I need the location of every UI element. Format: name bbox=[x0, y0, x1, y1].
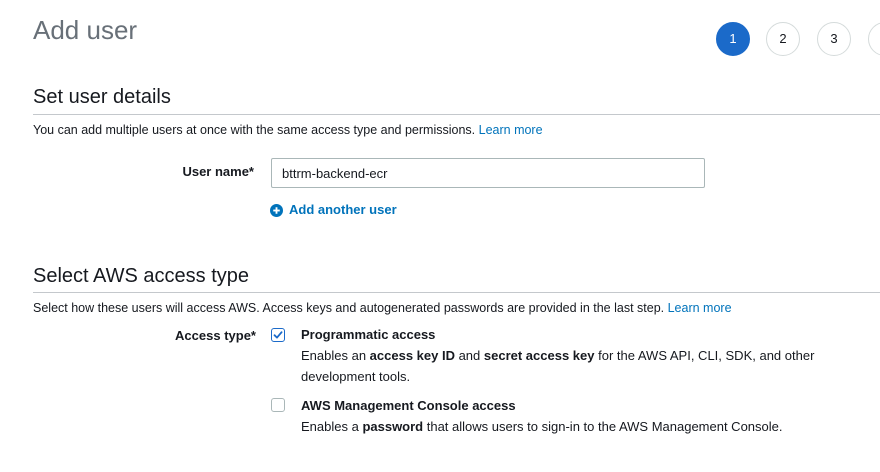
user-name-label: User name* bbox=[182, 164, 254, 179]
user-details-learn-more-link[interactable]: Learn more bbox=[479, 123, 543, 137]
user-details-heading: Set user details bbox=[33, 86, 171, 108]
desc-emphasis: secret access key bbox=[483, 348, 595, 363]
desc-text: that allows users to sign-in to the AWS … bbox=[423, 419, 783, 434]
access-type-divider bbox=[33, 292, 880, 293]
access-type-learn-more-link[interactable]: Learn more bbox=[668, 301, 732, 315]
desc-emphasis: password bbox=[362, 419, 424, 434]
page-title: Add user bbox=[33, 15, 138, 45]
console-access-checkbox[interactable] bbox=[271, 398, 285, 412]
checkmark-icon bbox=[273, 331, 283, 339]
desc-text: Enables an bbox=[301, 348, 370, 363]
access-type-description: Select how these users will access AWS. … bbox=[33, 300, 732, 316]
console-access-description: Enables a password that allows users to … bbox=[301, 416, 841, 437]
step-4[interactable]: 4 bbox=[868, 22, 880, 56]
programmatic-access-title: Programmatic access bbox=[301, 327, 436, 342]
programmatic-access-checkbox[interactable] bbox=[271, 328, 285, 342]
add-another-user-button[interactable]: Add another user bbox=[270, 202, 397, 218]
step-3[interactable]: 3 bbox=[817, 22, 851, 56]
user-details-description: You can add multiple users at once with … bbox=[33, 122, 543, 138]
desc-text: Enables a bbox=[301, 419, 363, 434]
desc-emphasis: access key ID bbox=[369, 348, 455, 363]
access-type-description-text: Select how these users will access AWS. … bbox=[33, 301, 665, 315]
step-1[interactable]: 1 bbox=[716, 22, 750, 56]
add-another-user-label: Add another user bbox=[289, 202, 397, 217]
user-details-divider bbox=[33, 114, 880, 115]
user-name-input[interactable] bbox=[271, 158, 705, 188]
access-type-heading: Select AWS access type bbox=[33, 265, 250, 287]
plus-circle-icon bbox=[270, 203, 283, 217]
desc-text: and bbox=[454, 348, 484, 363]
step-2[interactable]: 2 bbox=[766, 22, 800, 56]
access-type-label: Access type* bbox=[175, 328, 256, 343]
user-details-description-text: You can add multiple users at once with … bbox=[33, 123, 476, 137]
console-access-title: AWS Management Console access bbox=[301, 398, 516, 413]
programmatic-access-description: Enables an access key ID and secret acce… bbox=[301, 345, 841, 387]
